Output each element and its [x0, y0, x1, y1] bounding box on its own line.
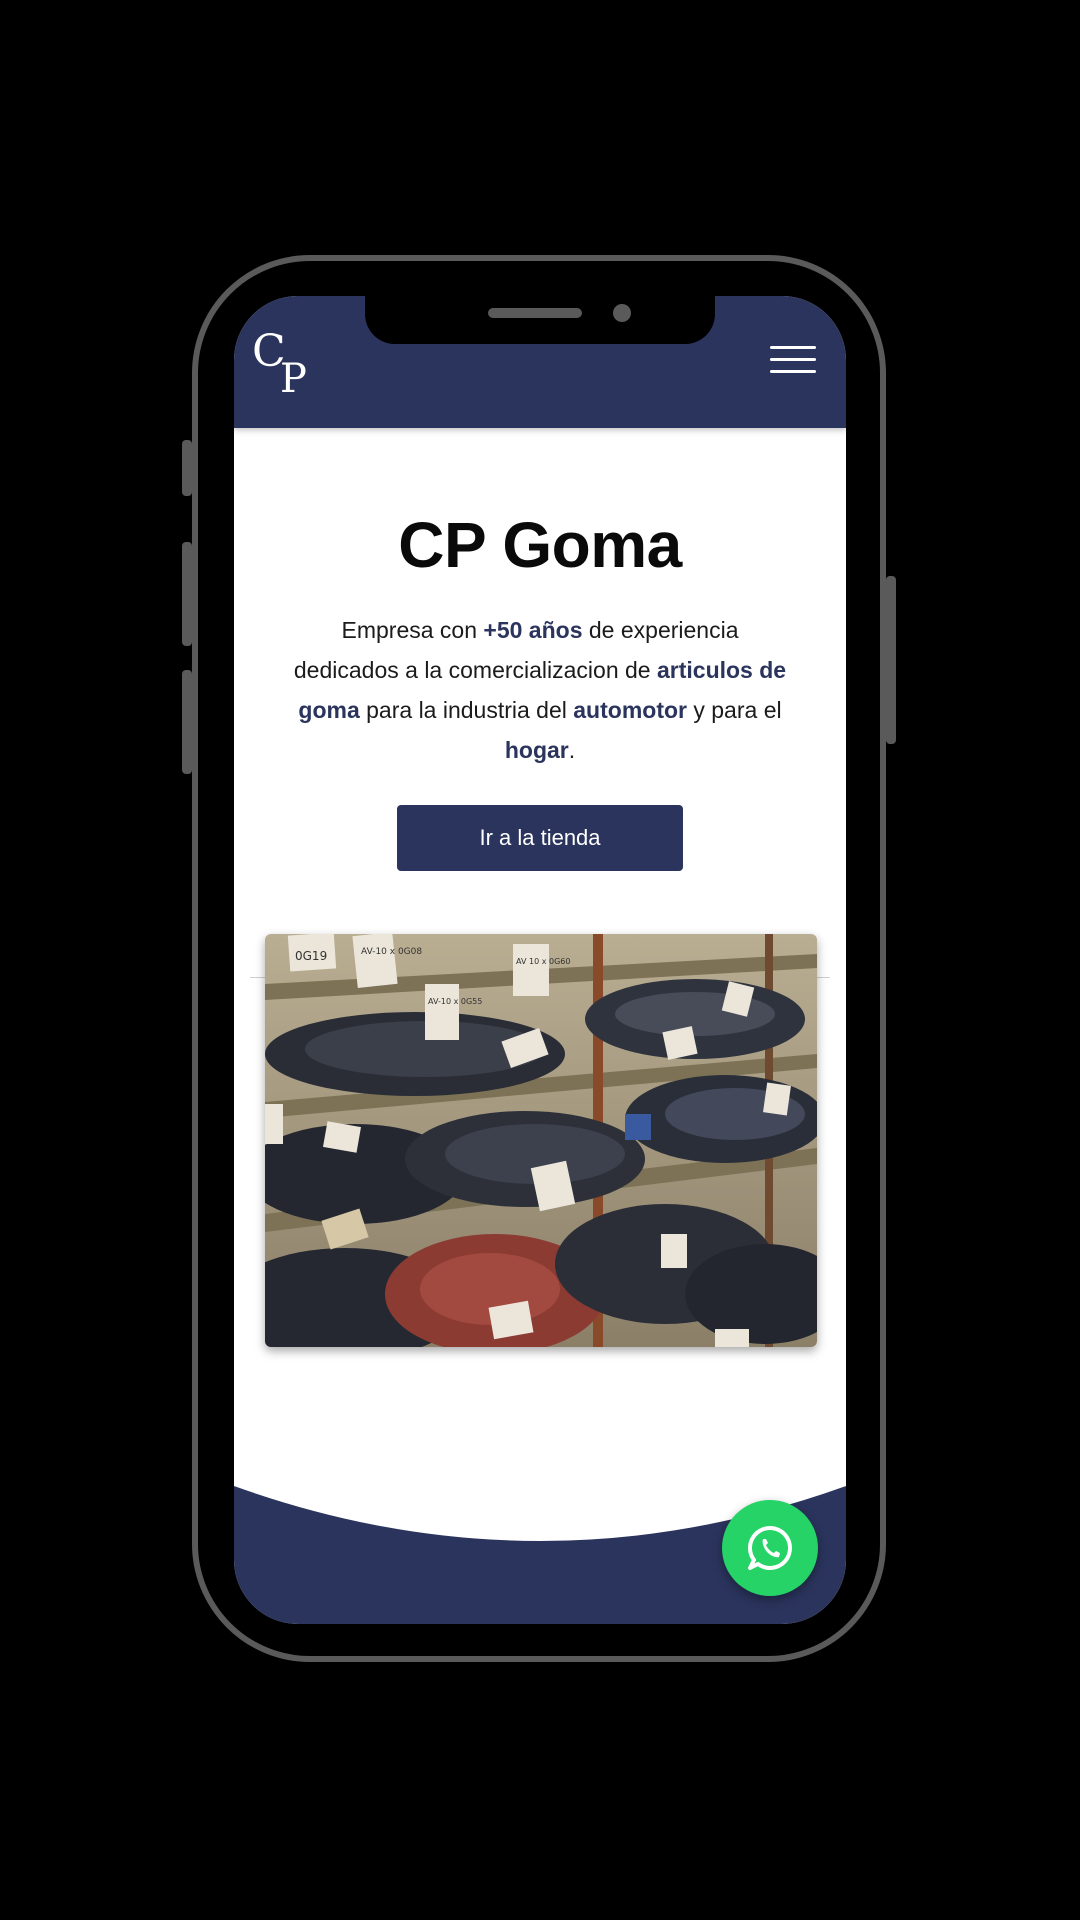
tag-label: AV-10 x 0G08 [361, 947, 422, 957]
tag-label: 0G19 [295, 949, 327, 963]
hero-highlight-automotive: automotor [573, 697, 687, 723]
hero-highlight-years: +50 años [483, 617, 583, 643]
phone-speaker [488, 308, 582, 318]
phone-screen: C P CP Goma Empresa con +50 años de expe… [234, 296, 846, 1624]
phone-mute-switch [182, 440, 192, 496]
tag-label: AV 10 x 0G60 [516, 957, 570, 966]
hero-text-part: . [568, 737, 576, 763]
hero-text-part: y para el [686, 697, 782, 723]
cp-logo[interactable]: C P [250, 326, 326, 402]
whatsapp-icon [748, 1526, 792, 1570]
hamburger-icon-line [770, 346, 816, 349]
phone-volume-up [182, 542, 192, 646]
hero-title: CP Goma [398, 509, 682, 581]
hamburger-menu-button[interactable] [770, 346, 818, 378]
tag-label: AV-10 x 0G55 [428, 997, 482, 1006]
hero-highlight-home: hogar [504, 737, 569, 763]
phone-volume-down [182, 670, 192, 774]
whatsapp-button[interactable] [722, 1500, 818, 1596]
phone-camera [613, 304, 631, 322]
hero-text-part: para la industria del [359, 697, 574, 723]
hero-text-part: Empresa con [341, 617, 484, 643]
hero-description: Empresa con +50 años de experiencia dedi… [288, 610, 792, 770]
phone-notch [365, 292, 715, 344]
go-to-store-button[interactable]: Ir a la tienda [397, 805, 683, 871]
warehouse-hoses-photo: 0G19 AV-10 x 0G08 AV-10 x 0G55 AV 10 x 0… [265, 934, 817, 1347]
logo-letter-p: P [280, 356, 307, 402]
hamburger-icon-line [770, 370, 816, 373]
hamburger-icon-line [770, 358, 816, 361]
phone-power-button [886, 576, 896, 744]
